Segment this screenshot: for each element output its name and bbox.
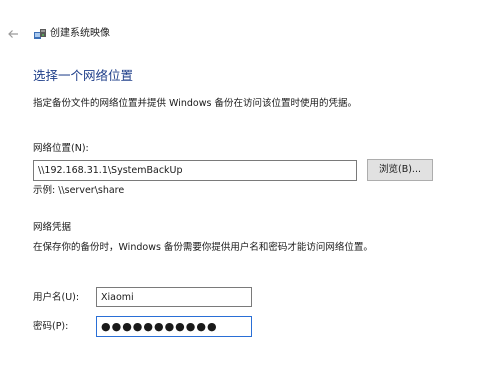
username-input[interactable] — [96, 287, 252, 307]
network-credentials-description: 在保存你的备份时，Windows 备份需要你提供用户名和密码才能访问网络位置。 — [33, 242, 373, 253]
network-credentials-heading: 网络凭据 — [33, 222, 72, 233]
network-location-example: 示例: \\server\share — [33, 185, 125, 196]
page-heading: 选择一个网络位置 — [33, 68, 134, 83]
page-description: 指定备份文件的网络位置并提供 Windows 备份在访问该位置时使用的凭据。 — [33, 98, 357, 109]
create-system-image-wizard: 创建系统映像 选择一个网络位置 指定备份文件的网络位置并提供 Windows 备… — [0, 0, 501, 375]
backup-wizard-icon — [34, 29, 46, 39]
network-location-label: 网络位置(N): — [33, 143, 89, 154]
window-title: 创建系统映像 — [50, 28, 110, 39]
username-label: 用户名(U): — [33, 292, 80, 303]
network-location-input[interactable] — [33, 160, 357, 181]
password-input[interactable] — [96, 316, 252, 337]
browse-button[interactable]: 浏览(B)... — [367, 159, 433, 181]
back-arrow-icon[interactable] — [7, 28, 19, 40]
password-label: 密码(P): — [33, 321, 69, 332]
